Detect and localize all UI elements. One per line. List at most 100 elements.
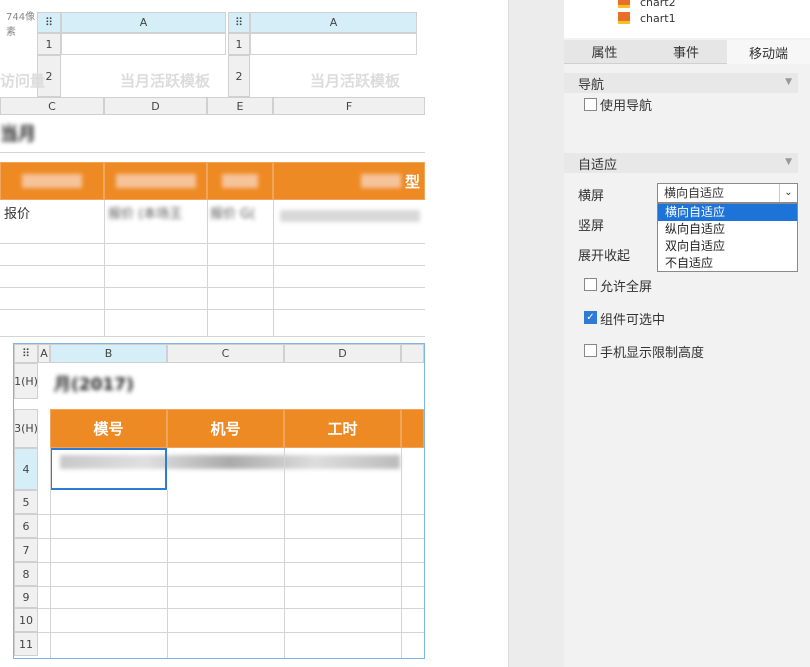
gridline (0, 265, 425, 266)
gridline (401, 448, 402, 658)
header-cell[interactable]: 机号 (167, 409, 284, 448)
watermark-text: 当月活跃模板 (310, 72, 401, 90)
section-title: 导航 (578, 77, 605, 93)
selectable-checkbox[interactable]: ✓ (584, 311, 597, 324)
cell-text: 报价 G( (210, 207, 256, 222)
row-header[interactable]: 1 (37, 33, 61, 55)
grid-corner-icon[interactable]: ⠿ (228, 12, 250, 33)
grid-corner-icon[interactable]: ⠿ (37, 12, 61, 33)
column-header[interactable]: D (284, 344, 401, 363)
row-header[interactable]: 11 (14, 632, 38, 656)
gridline (0, 309, 425, 310)
watermark-text: 访问量 (0, 72, 46, 90)
cell[interactable] (250, 33, 417, 55)
header-text: 型 (404, 172, 420, 191)
tree-item-chart1[interactable]: chart1 (640, 12, 676, 25)
header-cell[interactable]: 型 (273, 162, 425, 200)
column-header[interactable]: B (50, 344, 167, 363)
dropdown-list: 横向自适应 纵向自适应 双向自适应 不自适应 (657, 203, 798, 272)
tab-events[interactable]: 事件 (645, 40, 727, 64)
tab-mobile[interactable]: 移动端 (727, 40, 810, 64)
limit-height-checkbox[interactable] (584, 344, 597, 357)
column-header[interactable]: C (167, 344, 284, 363)
gridline (273, 200, 274, 337)
portrait-label: 竖屏 (578, 219, 605, 234)
chart-icon (618, 0, 630, 8)
gridline (207, 200, 208, 337)
design-canvas[interactable]: 744像素 ⠿ A ⠿ A 1 2 1 2 访问量 当月活跃模板 当月活跃模板 … (0, 0, 426, 667)
row-header[interactable]: 1 (228, 33, 250, 55)
gridline (104, 200, 105, 337)
property-panel: chart2 chart1 属性 事件 移动端 导航 ▼ 使用导航 自适应 ▼ … (564, 0, 810, 667)
column-header-a[interactable]: A (250, 12, 417, 33)
cell-text: 报价 (4, 207, 31, 222)
dropdown-option[interactable]: 不自适应 (658, 255, 797, 272)
column-header[interactable]: C (0, 97, 104, 115)
tab-properties[interactable]: 属性 (564, 40, 645, 64)
row-header[interactable]: 10 (14, 608, 38, 632)
header-cell[interactable] (0, 162, 104, 200)
row-header[interactable]: 3(H) (14, 409, 38, 448)
landscape-label: 横屏 (578, 189, 605, 204)
gridline (0, 336, 425, 337)
column-header[interactable]: F (273, 97, 425, 115)
use-nav-label: 使用导航 (600, 99, 653, 114)
header-cell[interactable] (207, 162, 273, 200)
allow-fullscreen-checkbox[interactable] (584, 278, 597, 291)
header-cell[interactable] (104, 162, 207, 200)
tree-item-chart2[interactable]: chart2 (640, 0, 676, 9)
grid-corner-icon[interactable]: ⠿ (14, 344, 38, 363)
row-header[interactable]: 1(H) (14, 363, 38, 399)
row-header[interactable]: 6 (14, 514, 38, 538)
gridline (38, 562, 424, 563)
gridline (38, 586, 424, 587)
gridline (38, 608, 424, 609)
gridline (38, 514, 424, 515)
row-header[interactable]: 5 (14, 490, 38, 514)
landscape-select[interactable]: 横向自适应 ⌄ (657, 183, 798, 203)
header-cell[interactable]: 工时 (284, 409, 401, 448)
row-header[interactable]: 9 (14, 586, 38, 608)
row-header[interactable]: 8 (14, 562, 38, 586)
allow-fullscreen-label: 允许全屏 (600, 280, 653, 295)
use-nav-checkbox[interactable] (584, 98, 597, 111)
cell[interactable] (61, 33, 226, 55)
section-header-adaptive[interactable]: 自适应 ▼ (564, 153, 798, 173)
column-header[interactable] (401, 344, 424, 363)
gridline (0, 287, 425, 288)
gridline (167, 490, 168, 658)
column-header[interactable]: D (104, 97, 207, 115)
limit-height-label: 手机显示限制高度 (600, 346, 705, 361)
report-title: 当月 (0, 124, 36, 145)
row-header[interactable]: 4 (14, 448, 38, 490)
dropdown-option[interactable]: 横向自适应 (658, 204, 797, 221)
landscape-select-value: 横向自适应 (664, 186, 725, 200)
header-cell[interactable]: 模号 (50, 409, 167, 448)
chevron-down-icon: ▼ (785, 77, 792, 87)
size-tag: 744像素 (0, 12, 37, 38)
expand-collapse-label: 展开收起 (578, 249, 631, 264)
gridline (0, 243, 425, 244)
row-header[interactable]: 7 (14, 538, 38, 562)
gridline (284, 448, 285, 658)
row-header[interactable]: 2 (228, 55, 250, 97)
header-cell[interactable] (401, 409, 424, 448)
section-header-navigation[interactable]: 导航 ▼ (564, 73, 798, 93)
component-tree (564, 0, 810, 38)
chart-icon (618, 12, 630, 24)
vertical-scrollbar[interactable] (508, 0, 564, 667)
watermark-text: 当月活跃模板 (120, 72, 211, 90)
selected-cell[interactable] (50, 448, 167, 490)
chevron-down-icon[interactable]: ⌄ (779, 184, 797, 202)
dropdown-option[interactable]: 纵向自适应 (658, 221, 797, 238)
canvas-gutter (426, 0, 508, 667)
report-title: 月(2017) (54, 375, 134, 395)
section-title: 自适应 (578, 157, 618, 173)
chevron-down-icon: ▼ (785, 157, 792, 167)
dropdown-option[interactable]: 双向自适应 (658, 238, 797, 255)
gridline (50, 448, 51, 658)
cell-text: 报价 (本场王 (108, 207, 183, 222)
column-header[interactable]: E (207, 97, 273, 115)
column-header-a[interactable]: A (61, 12, 226, 33)
column-header[interactable]: A (38, 344, 50, 363)
